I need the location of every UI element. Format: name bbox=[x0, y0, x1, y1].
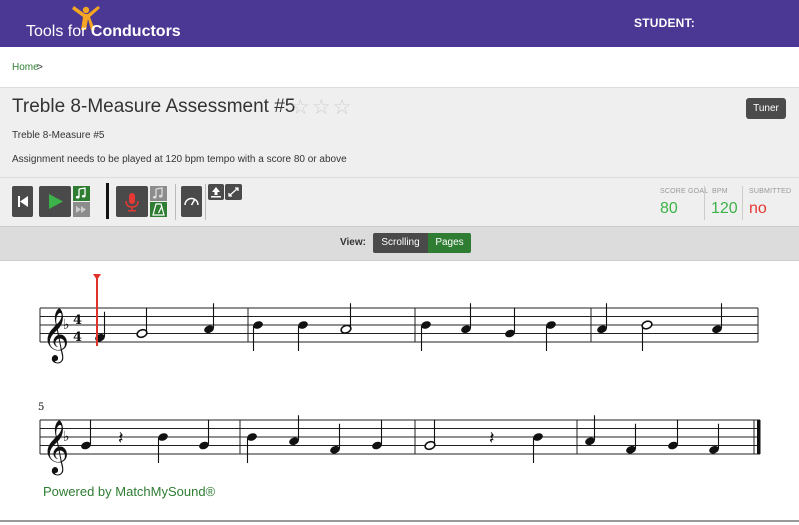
final-bar-thick bbox=[757, 420, 761, 454]
logo-text-conductors: Conductors bbox=[90, 23, 181, 40]
logo-text-tools: Tools for bbox=[26, 23, 91, 40]
quarter-rest: 𝄽 bbox=[489, 428, 495, 449]
page-bottom-border bbox=[0, 520, 799, 522]
submitted-label: SUBMITTED bbox=[749, 188, 792, 195]
toolbar-separator bbox=[175, 184, 176, 220]
student-label: STUDENT: bbox=[634, 16, 695, 30]
sheet-music[interactable]: 𝄞 ♭ 4 4 𝄞 ♭ 5 𝄽 𝄽 bbox=[0, 262, 799, 482]
record-button[interactable] bbox=[116, 186, 148, 217]
view-label: View: bbox=[340, 237, 366, 248]
bpm-label: BPM bbox=[712, 188, 728, 195]
score-goal-value: 80 bbox=[660, 200, 678, 217]
powered-by-text: Powered by MatchMySound® bbox=[43, 484, 216, 499]
toolbar-separator bbox=[205, 184, 206, 220]
music-note-toggle[interactable] bbox=[73, 186, 90, 201]
toolbar-divider bbox=[106, 183, 109, 219]
upload-button[interactable] bbox=[208, 184, 224, 200]
stats-separator bbox=[704, 186, 705, 220]
time-signature-top: 4 bbox=[73, 313, 82, 328]
treble-clef: 𝄞 bbox=[42, 419, 69, 475]
measure-number: 5 bbox=[38, 402, 44, 413]
quarter-rest: 𝄽 bbox=[118, 428, 124, 449]
view-pages-button[interactable]: Pages bbox=[428, 233, 471, 253]
metronome-icon bbox=[152, 203, 165, 216]
expand-icon bbox=[228, 187, 239, 197]
star-icon[interactable]: ☆☆☆ bbox=[291, 95, 353, 120]
bpm-value: 120 bbox=[711, 200, 738, 217]
score-canvas: 𝄞♭ 44𝄞♭5𝄽 𝄽 bbox=[38, 274, 761, 475]
playhead-marker bbox=[93, 274, 101, 280]
breadcrumb-home-link[interactable]: Home bbox=[12, 62, 39, 73]
submitted-value: no bbox=[749, 200, 767, 217]
score-goal-label: SCORE GOAL bbox=[660, 188, 709, 195]
speedometer-icon bbox=[184, 197, 199, 206]
stats-separator bbox=[742, 186, 743, 220]
microphone-icon bbox=[125, 193, 139, 212]
assignment-subtitle: Treble 8-Measure #5 bbox=[12, 130, 105, 141]
fast-forward-icon bbox=[76, 206, 86, 213]
music-note-icon bbox=[152, 187, 163, 199]
tempo-button[interactable] bbox=[181, 186, 202, 217]
player-toolbar: SCORE GOAL 80 BPM 120 SUBMITTED no bbox=[0, 178, 799, 227]
metronome-toggle[interactable] bbox=[150, 202, 167, 217]
upload-icon bbox=[211, 187, 221, 198]
fullscreen-button[interactable] bbox=[225, 184, 242, 200]
key-flat: ♭ bbox=[63, 429, 70, 445]
music-note-icon bbox=[75, 187, 86, 199]
top-navbar: Tools for Conductors STUDENT: bbox=[0, 0, 799, 47]
key-flat: ♭ bbox=[63, 317, 70, 333]
play-button[interactable] bbox=[39, 186, 71, 217]
play-icon bbox=[49, 194, 63, 209]
fast-forward-toggle[interactable] bbox=[73, 202, 90, 217]
breadcrumb: Home > bbox=[0, 47, 799, 88]
skip-back-button[interactable] bbox=[12, 186, 33, 217]
view-scrolling-button[interactable]: Scrolling bbox=[373, 233, 428, 253]
tuner-button[interactable]: Tuner bbox=[746, 98, 786, 119]
assignment-requirement: Assignment needs to be played at 120 bpm… bbox=[12, 154, 347, 165]
treble-clef: 𝄞 bbox=[42, 307, 69, 363]
view-bar: View: Scrolling Pages bbox=[0, 227, 799, 261]
page-title: Treble 8-Measure Assessment #5 bbox=[12, 96, 296, 117]
assignment-header: Treble 8-Measure Assessment #5 ☆☆☆ Tuner… bbox=[0, 88, 799, 178]
breadcrumb-separator: > bbox=[37, 62, 43, 73]
skip-back-icon bbox=[18, 196, 28, 207]
music-note-toggle-2[interactable] bbox=[150, 186, 167, 201]
time-signature-bottom: 4 bbox=[73, 330, 82, 345]
